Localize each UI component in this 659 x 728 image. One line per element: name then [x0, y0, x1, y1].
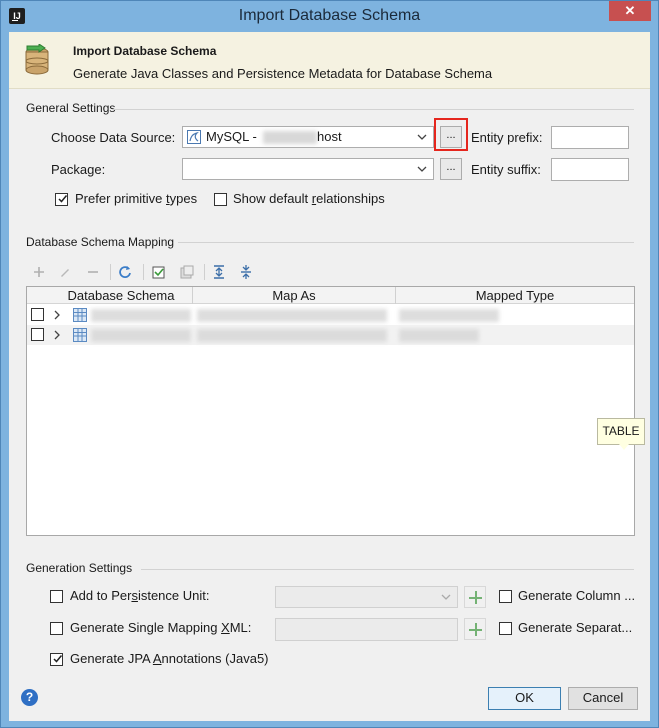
redacted-schema-name: [91, 329, 191, 342]
single-mapping-xml-label: Generate Single Mapping XML:: [70, 620, 252, 635]
remove-icon[interactable]: [85, 264, 101, 280]
toolbar-divider: [143, 264, 144, 280]
table-row[interactable]: [27, 325, 634, 345]
banner-title: Import Database Schema: [73, 44, 217, 58]
checkmark-icon: [58, 195, 68, 203]
redacted-map-as: [197, 329, 387, 342]
generate-column-checkbox[interactable]: [499, 590, 512, 603]
mysql-datasource-icon: [187, 130, 201, 144]
add-icon[interactable]: [31, 264, 47, 280]
generation-settings-heading: Generation Settings: [26, 561, 133, 575]
redacted-mapped-type: [399, 309, 499, 322]
jpa-annotations-checkbox[interactable]: [50, 653, 63, 666]
collapse-all-icon[interactable]: [238, 264, 254, 280]
show-default-relationships-checkbox[interactable]: [214, 193, 227, 206]
checkmark-icon: [53, 655, 63, 663]
title-bar[interactable]: IJ Import Database Schema ✕: [1, 1, 658, 32]
close-button[interactable]: ✕: [609, 1, 651, 21]
generation-settings-separator: [141, 569, 634, 570]
redacted-mapped-type: [399, 329, 479, 342]
add-persistence-unit-label: Add to Persistence Unit:: [70, 588, 210, 603]
table-icon: [73, 308, 87, 322]
generate-separate-checkbox[interactable]: [499, 622, 512, 635]
jpa-annotations-label: Generate JPA Annotations (Java5): [70, 651, 269, 666]
cancel-button[interactable]: Cancel: [568, 687, 638, 710]
datasource-value-prefix: MySQL -: [206, 129, 257, 144]
toolbar-divider: [204, 264, 205, 280]
toolbar-divider: [110, 264, 111, 280]
column-header-mapped-type[interactable]: Mapped Type: [396, 288, 634, 303]
table-row[interactable]: [27, 305, 634, 325]
prefer-primitive-checkbox[interactable]: [55, 193, 68, 206]
general-settings-heading: General Settings: [26, 101, 116, 115]
database-icon: [25, 44, 49, 75]
table-header: Database Schema Map As Mapped Type: [27, 287, 634, 304]
entity-suffix-label: Entity suffix:: [471, 162, 541, 177]
chevron-down-icon: [417, 166, 427, 172]
help-icon[interactable]: ?: [21, 689, 38, 706]
redacted-schema-name: [91, 309, 191, 322]
expand-all-icon[interactable]: [211, 264, 227, 280]
schema-mapping-separator: [178, 242, 634, 243]
chevron-down-icon: [441, 594, 451, 600]
datasource-value-suffix: host: [317, 129, 342, 144]
redacted-map-as: [197, 309, 387, 322]
package-combo[interactable]: [182, 158, 434, 180]
chevron-right-icon[interactable]: [53, 310, 61, 320]
column-header-database-schema[interactable]: Database Schema: [49, 288, 193, 303]
import-schema-dialog: IJ Import Database Schema ✕ Import Datab…: [0, 0, 659, 728]
check-all-icon[interactable]: [151, 264, 167, 280]
uncheck-all-icon[interactable]: [179, 264, 195, 280]
edit-icon[interactable]: [57, 264, 73, 280]
entity-prefix-input[interactable]: [551, 126, 629, 149]
refresh-icon[interactable]: [117, 264, 133, 280]
single-mapping-xml-checkbox[interactable]: [50, 622, 63, 635]
generate-separate-label: Generate Separat...: [518, 620, 633, 635]
schema-mapping-heading: Database Schema Mapping: [26, 235, 175, 249]
row-checkbox[interactable]: [31, 308, 44, 321]
entity-prefix-label: Entity prefix:: [471, 130, 543, 145]
chevron-down-icon: [417, 134, 427, 140]
dialog-body: Import Database Schema Generate Java Cla…: [9, 32, 650, 721]
persistence-unit-combo[interactable]: [275, 586, 458, 608]
ok-button[interactable]: OK: [488, 687, 561, 710]
generate-column-label: Generate Column ...: [518, 588, 636, 603]
header-banner: Import Database Schema Generate Java Cla…: [9, 32, 650, 89]
column-header-map-as[interactable]: Map As: [193, 288, 395, 303]
add-persistence-unit-checkbox[interactable]: [50, 590, 63, 603]
redacted-host: [263, 131, 317, 144]
row-checkbox[interactable]: [31, 328, 44, 341]
add-mapping-xml-button[interactable]: [464, 618, 486, 640]
table-icon: [73, 328, 87, 342]
package-label: Package:: [51, 162, 106, 177]
prefer-primitive-label: Prefer primitive types: [75, 191, 198, 206]
window-title: Import Database Schema: [238, 7, 421, 24]
add-persistence-unit-button[interactable]: [464, 586, 486, 608]
chevron-right-icon[interactable]: [53, 330, 61, 340]
datasource-label: Choose Data Source:: [51, 130, 176, 145]
highlight-box: [434, 118, 468, 151]
banner-subtitle: Generate Java Classes and Persistence Me…: [73, 66, 493, 81]
show-default-relationships-label: Show default relationships: [233, 191, 385, 206]
mapping-xml-input[interactable]: [275, 618, 458, 641]
type-tooltip: TABLE: [597, 418, 645, 450]
general-settings-separator: [113, 109, 634, 110]
entity-suffix-input[interactable]: [551, 158, 629, 181]
schema-mapping-table[interactable]: Database Schema Map As Mapped Type: [26, 286, 635, 536]
package-browse-button[interactable]: ...: [440, 158, 462, 180]
datasource-combo[interactable]: MySQL - host: [182, 126, 434, 148]
